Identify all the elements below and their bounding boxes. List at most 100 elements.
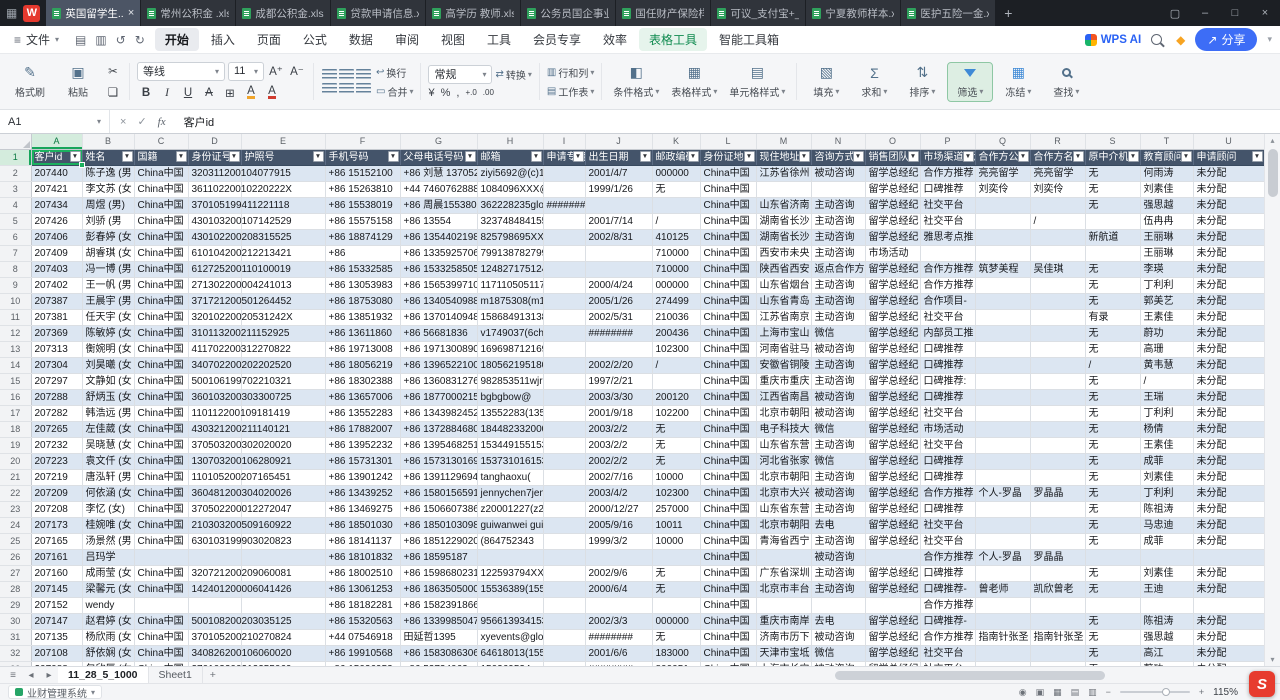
cell[interactable]: 杨欣雨 (女 [82,629,134,645]
cell[interactable]: +86 13061253 [325,581,400,597]
row-header-6[interactable]: 6 [0,229,31,245]
collapse-ribbon-icon[interactable]: ▾ [1267,34,1272,45]
column-header-G[interactable]: G [400,134,477,149]
cell[interactable]: 未分配 [1193,613,1264,629]
cell[interactable] [543,453,585,469]
row-header-23[interactable]: 23 [0,501,31,517]
cell[interactable]: 高江 [1140,645,1193,661]
cell[interactable]: 衡婉明 (女 [82,341,134,357]
cell[interactable]: +86 15152100 [325,165,400,181]
scroll-up-icon[interactable]: ▴ [1270,134,1274,147]
column-header-C[interactable]: C [134,134,188,149]
cell[interactable]: 370103200212255069 [188,661,241,666]
borders-button[interactable]: ⊞ [221,84,239,102]
cell[interactable]: 留学总经纪 [865,485,920,501]
row-header-31[interactable]: 31 [0,629,31,645]
cell[interactable] [756,181,811,197]
table-header-cell[interactable]: 身份证号▼ [188,149,241,165]
row-header-25[interactable]: 25 [0,533,31,549]
cell[interactable]: 207369 [31,325,82,341]
cell[interactable]: 主动咨询 [811,581,865,597]
column-header-D[interactable]: D [188,134,241,149]
cell[interactable]: 未分配 [1193,565,1264,581]
cell[interactable]: +86 1582391866 [400,597,477,613]
sheet-tab[interactable]: Sheet1 [149,667,203,683]
filter-dropdown-icon[interactable]: ▼ [963,151,974,162]
cell[interactable] [543,533,585,549]
cell[interactable] [1030,389,1085,405]
cell[interactable]: 无 [1085,197,1140,213]
cell[interactable]: 社交平台 [920,645,975,661]
cell[interactable]: 李文苏 (女 [82,181,134,197]
table-header-cell[interactable]: 客户id▼ [31,149,82,165]
cell[interactable]: 留学总经纪 [865,325,920,341]
workspace-icon[interactable]: ▢ [1160,0,1190,26]
cell[interactable]: 留学总经纪 [865,405,920,421]
cell[interactable]: 北京市大兴 [756,485,811,501]
cell[interactable]: z20001227(z20001227 [477,501,543,517]
cell[interactable]: 主动咨询 [811,293,865,309]
cell[interactable]: 被动咨询 [811,389,865,405]
cell[interactable]: China中国 [700,357,756,373]
paste-button[interactable]: ▣ 粘贴 [56,63,100,101]
cell[interactable]: 180562195180562195 [477,357,543,373]
cell[interactable]: 刘骄 (男 [82,213,134,229]
cell[interactable]: 天津市宝坻 [756,645,811,661]
cell[interactable]: 北京市朝阳 [756,469,811,485]
horizontal-scrollbar-thumb[interactable] [835,671,1106,680]
cell[interactable]: 合作方推荐 [920,277,975,293]
cell[interactable]: +86 13901242 [325,469,400,485]
filter-dropdown-icon[interactable]: ▼ [531,151,542,162]
cell[interactable]: 无 [1085,501,1140,517]
cell[interactable]: 山东省烟台 [756,277,811,293]
table-header-cell[interactable]: 护照号▼ [241,149,325,165]
row-header-20[interactable]: 20 [0,453,31,469]
sheet-tab[interactable]: 11_28_5_1000 [58,667,149,683]
cell[interactable]: 丁利利 [1140,405,1193,421]
row-header-26[interactable]: 26 [0,549,31,565]
cell[interactable] [543,389,585,405]
column-header-U[interactable]: U [1193,134,1264,149]
cell[interactable]: 430103200107142529 [188,213,241,229]
filter-dropdown-icon[interactable]: ▼ [1128,151,1139,162]
cell[interactable]: 湖南省长沙 [756,213,811,229]
cell[interactable]: +86 [325,245,400,261]
cell[interactable]: 凯欣曾老 [1030,581,1085,597]
cell[interactable]: 被动咨询 [811,165,865,181]
cell[interactable]: 杨倩 [1140,421,1193,437]
cell[interactable] [1030,405,1085,421]
eye-protect-icon[interactable]: ◉ [1019,687,1027,698]
cell[interactable]: +86 18595187 [400,549,477,565]
cell[interactable]: 个人-罗晶 [975,485,1030,501]
cell[interactable]: 山东省东营 [756,501,811,517]
convert-button[interactable]: ⇄转换▾ [495,66,531,82]
cell[interactable]: 2001/6/6 [585,645,652,661]
cell[interactable]: 207282 [31,405,82,421]
cell[interactable]: 留学总经纪 [865,165,920,181]
cell[interactable]: 500108200203035125 [188,613,241,629]
cell[interactable] [477,597,543,613]
cell[interactable]: 1997/2/21 [585,373,652,389]
zoom-level[interactable]: 115% [1213,687,1238,698]
cell[interactable]: m1875308(m1875308( [477,293,543,309]
cell[interactable] [756,549,811,565]
cell[interactable]: 刘素佳 [1140,469,1193,485]
menu-item[interactable]: 智能工具箱 [709,28,789,51]
cell[interactable]: 未分配 [1193,485,1264,501]
cell[interactable]: 207232 [31,437,82,453]
cell[interactable]: 未分配 [1193,453,1264,469]
cell[interactable]: 有录 [1085,309,1140,325]
cell[interactable]: China中国 [700,501,756,517]
increase-decimal-icon[interactable]: +.0 [465,88,476,97]
file-menu-button[interactable]: ≡ 文件 ▾ [8,29,65,50]
cell[interactable]: +86 1851229020 [400,533,477,549]
cell[interactable]: China中国 [134,197,188,213]
font-color-button[interactable]: A [263,84,281,102]
worksheet-button[interactable]: ▤工作表▾ [547,83,594,99]
plugin-widget[interactable]: 业财管理系统 ▾ [8,685,102,699]
cell[interactable]: 何雨涛 [1140,165,1193,181]
cell[interactable]: 筑梦美程 [975,261,1030,277]
cell[interactable] [652,373,700,389]
cell[interactable]: 王迪 [1140,581,1193,597]
cell[interactable] [1030,325,1085,341]
